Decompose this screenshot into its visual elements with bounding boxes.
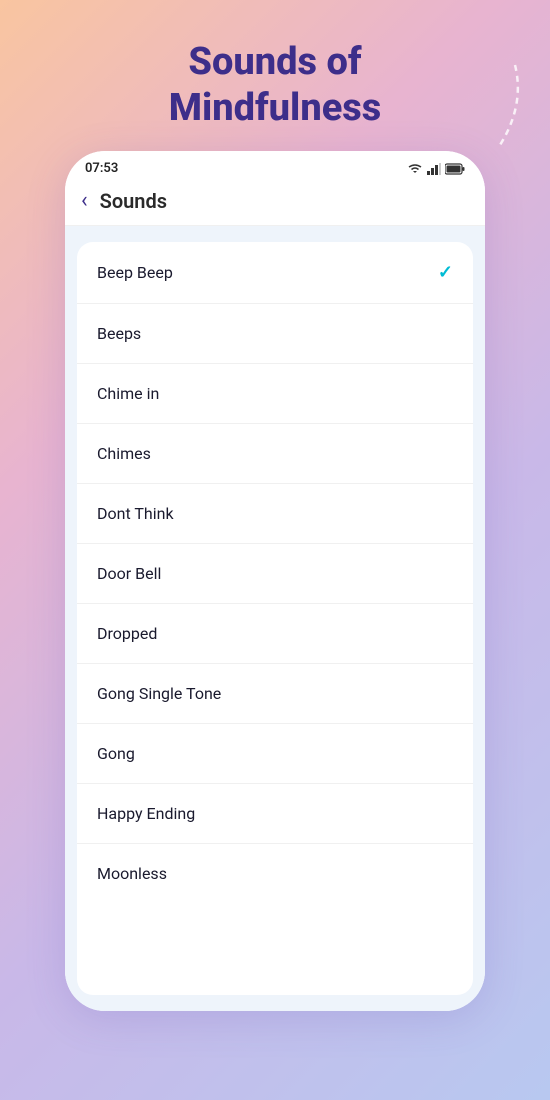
sound-item-door-bell[interactable]: Door Bell — [77, 544, 473, 604]
status-time: 07:53 — [85, 161, 118, 176]
sound-item-chime-in[interactable]: Chime in — [77, 364, 473, 424]
sound-label-chimes: Chimes — [97, 444, 151, 463]
selected-checkmark: ✓ — [438, 262, 453, 283]
content-area: Beep Beep ✓ Beeps Chime in Chimes Dont Think D… — [65, 226, 485, 1011]
sound-label-happy-ending: Happy Ending — [97, 804, 195, 823]
page-title-block: Sounds of Mindfulness — [169, 40, 382, 131]
sound-item-chimes[interactable]: Chimes — [77, 424, 473, 484]
sound-item-gong[interactable]: Gong — [77, 724, 473, 784]
nav-title: Sounds — [100, 189, 167, 213]
sound-item-dont-think[interactable]: Dont Think — [77, 484, 473, 544]
sound-label-door-bell: Door Bell — [97, 564, 161, 583]
sound-label-chime-in: Chime in — [97, 384, 159, 403]
sound-list: Beep Beep ✓ Beeps Chime in Chimes Dont Think D… — [77, 242, 473, 995]
phone-frame: 07:53 ‹ Sounds — [65, 151, 485, 1011]
status-icons — [407, 163, 465, 175]
sound-item-moonless[interactable]: Moonless — [77, 844, 473, 903]
sound-item-dropped[interactable]: Dropped — [77, 604, 473, 664]
sound-item-happy-ending[interactable]: Happy Ending — [77, 784, 473, 844]
sound-item-beeps[interactable]: Beeps — [77, 304, 473, 364]
decorative-curve — [460, 55, 530, 155]
sound-label-dont-think: Dont Think — [97, 504, 174, 523]
sound-label-gong: Gong — [97, 744, 135, 763]
nav-bar: ‹ Sounds — [65, 180, 485, 226]
signal-icon — [427, 163, 441, 175]
sound-label-moonless: Moonless — [97, 864, 167, 883]
sound-item-beep-beep[interactable]: Beep Beep ✓ — [77, 242, 473, 304]
sound-label-beep-beep: Beep Beep — [97, 263, 173, 282]
status-bar: 07:53 — [65, 151, 485, 180]
battery-icon — [445, 163, 465, 175]
title-line1: Sounds of — [188, 40, 361, 84]
title-line2: Mindfulness — [169, 86, 382, 130]
sound-label-beeps: Beeps — [97, 324, 141, 343]
back-button[interactable]: ‹ — [81, 188, 88, 213]
sound-item-gong-single-tone[interactable]: Gong Single Tone — [77, 664, 473, 724]
sound-label-dropped: Dropped — [97, 624, 157, 643]
wifi-icon — [407, 163, 423, 175]
sound-label-gong-single-tone: Gong Single Tone — [97, 684, 221, 703]
